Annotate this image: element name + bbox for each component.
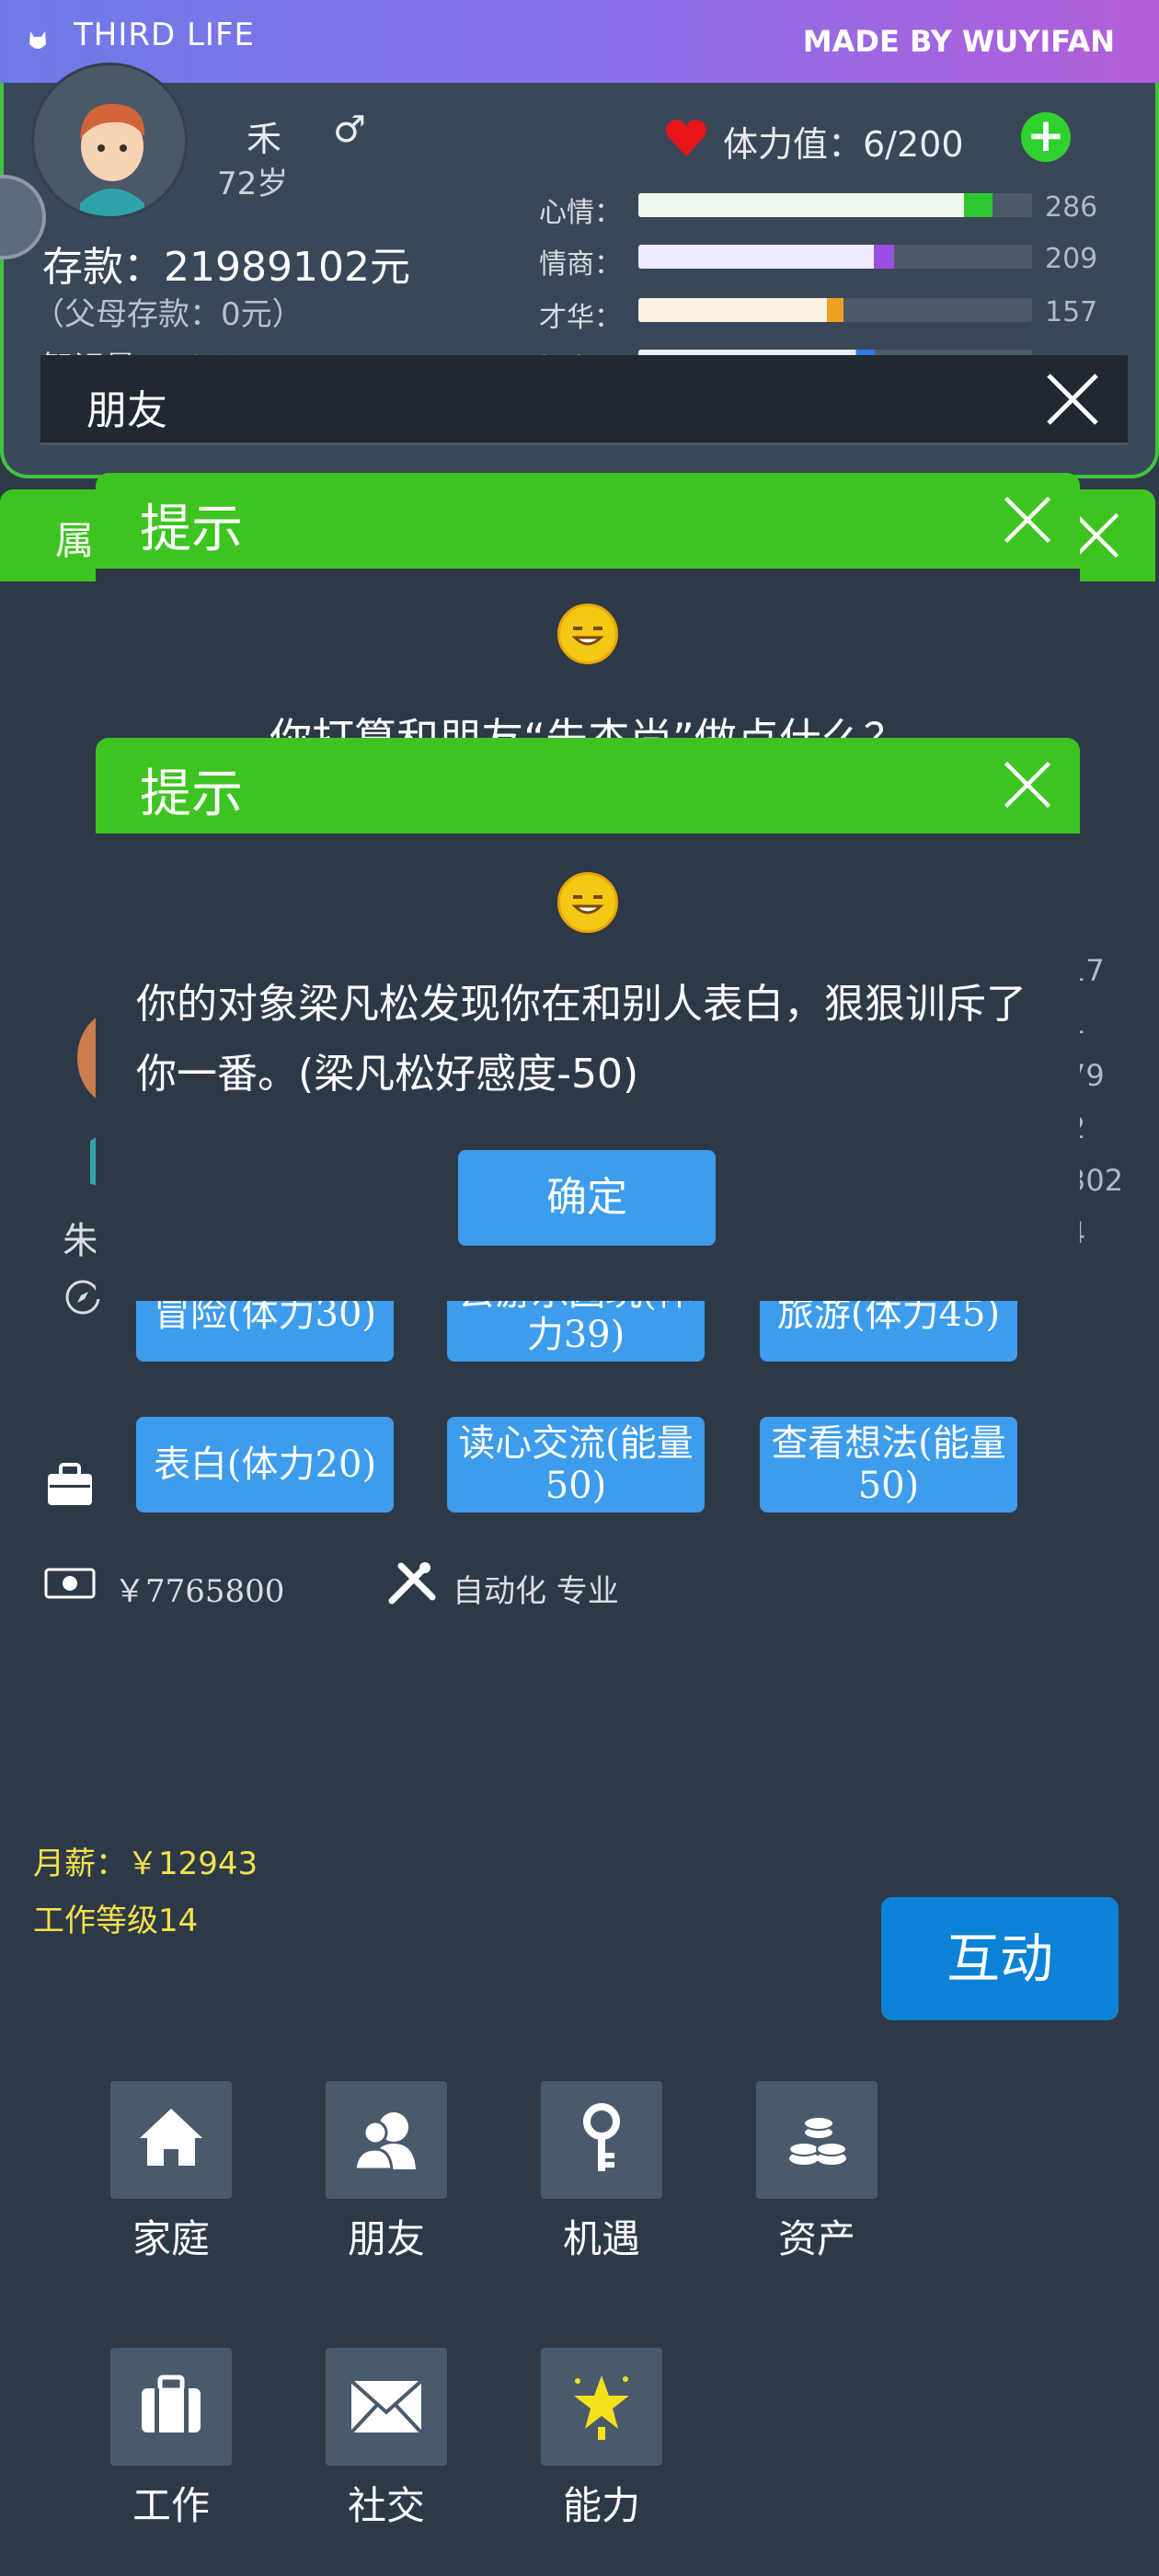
action-button-mind-reading[interactable]: 读心交流(能量50)	[447, 1417, 705, 1512]
dialog1-title: 提示	[140, 500, 243, 559]
stat-label-eq: 情商：	[539, 248, 622, 281]
star-icon	[574, 2375, 629, 2440]
nav-work-label: 工作	[132, 2483, 210, 2528]
stat-label-mood: 心情：	[539, 197, 622, 229]
action-button-adventure[interactable]: 冒险(体力30)	[136, 1301, 394, 1362]
dialog2-header: 提示	[96, 738, 1080, 834]
dialog2-title: 提示	[140, 765, 243, 824]
friend-name-partial: 朱	[63, 1220, 99, 1262]
key-icon	[583, 2103, 620, 2171]
gender-symbol: ♂	[333, 109, 366, 151]
credit-text: MADE BY WUYIFAN	[802, 24, 1115, 59]
stat-bar-mood	[638, 193, 1032, 217]
interact-button[interactable]: 互动	[881, 1897, 1119, 2020]
nav-social-label: 社交	[347, 2483, 425, 2528]
dialog2-body: 你的对象梁凡松发现你在和别人表白，狠狠训斥了你一番。(梁凡松好感度-50) 确定	[96, 834, 1080, 1299]
friend-modal-title: 朋友	[86, 387, 167, 434]
nav-friends-button[interactable]	[326, 2081, 447, 2199]
cat-logo-icon	[29, 31, 46, 49]
dialog2-message: 你的对象梁凡松发现你在和别人表白，狠狠训斥了你一番。(梁凡松好感度-50)	[136, 981, 1027, 1098]
stat-label-talent: 才华：	[539, 302, 622, 334]
dialog1-header: 提示	[96, 473, 1080, 569]
nav-friends-label: 朋友	[347, 2216, 425, 2261]
parent-savings: （父母存款：0元）	[33, 296, 304, 333]
action-button-amusement-park[interactable]: 去游乐园玩(体力39)	[447, 1301, 705, 1362]
nav-assets-button[interactable]	[756, 2081, 878, 2199]
salary-text: 月薪：￥12943	[33, 1846, 258, 1882]
stat-value-eq: 209	[1045, 243, 1098, 275]
briefcase-icon	[142, 2375, 201, 2432]
action-button-adventure-clip: 冒险(体力30)	[136, 1301, 394, 1362]
top-bar: THIRD LIFE MADE BY WUYIFAN	[0, 0, 1159, 83]
action-button-confess[interactable]: 表白(体力20)	[136, 1417, 394, 1512]
energy-value: 体力值：6/200	[723, 124, 964, 165]
friends-icon	[353, 2112, 416, 2171]
dialog1-body: 你打算和朋友“朱杰尚”做点什么？	[96, 569, 1080, 740]
nav-family-label: 家庭	[132, 2216, 210, 2261]
action-button-travel-clip: 旅游(体力45)	[760, 1301, 1017, 1362]
dialog2-close-icon[interactable]	[1001, 758, 1054, 811]
player-avatar-icon	[34, 65, 185, 216]
savings-amount: 存款：21989102元	[42, 244, 410, 291]
heart-icon	[666, 120, 706, 156]
player-avatar[interactable]	[31, 63, 188, 219]
nav-family-button[interactable]	[110, 2081, 232, 2199]
action-button-view-thoughts[interactable]: 查看想法(能量50)	[760, 1417, 1017, 1512]
nav-ability-button[interactable]	[541, 2348, 662, 2466]
dialog2-ok-button[interactable]: 确定	[458, 1150, 716, 1246]
dialog1-question: 你打算和朋友“朱杰尚”做点什么？	[270, 714, 906, 740]
stat-bar-eq	[638, 245, 1032, 269]
home-icon	[140, 2109, 202, 2166]
smile-face-icon	[557, 872, 618, 933]
stat-value-mood: 286	[1045, 191, 1098, 224]
dialog1-close-icon[interactable]	[1001, 493, 1054, 546]
nav-social-button[interactable]	[326, 2348, 447, 2466]
nav-opportunity-label: 机遇	[562, 2216, 640, 2261]
action-button-travel[interactable]: 旅游(体力45)	[760, 1301, 1017, 1362]
cash-icon	[44, 1568, 96, 1599]
player-age: 72岁	[217, 166, 289, 202]
mail-icon	[350, 2379, 423, 2434]
friend-major: 自动化 专业	[453, 1573, 619, 1610]
action-button-amusement-clip: 去游乐园玩(体力39)	[447, 1301, 705, 1362]
friend-modal-close-icon[interactable]	[1043, 370, 1102, 429]
add-energy-button[interactable]: +	[1021, 112, 1071, 162]
app-title: THIRD LIFE	[74, 17, 255, 53]
stat-value-talent: 157	[1045, 296, 1098, 328]
nav-ability-label: 能力	[562, 2483, 640, 2528]
nav-opportunity-button[interactable]	[541, 2081, 662, 2199]
dialog1-question-clip: 你打算和朋友“朱杰尚”做点什么？	[96, 707, 1080, 740]
nav-assets-label: 资产	[777, 2216, 855, 2261]
tools-icon	[388, 1562, 436, 1604]
coins-icon	[788, 2116, 847, 2165]
job-bag-icon	[48, 1463, 92, 1505]
job-level-text: 工作等级14	[33, 1903, 199, 1939]
player-name: 禾	[247, 119, 282, 159]
friend-modal-header: 朋友	[40, 355, 1128, 445]
smile-face-icon	[557, 604, 618, 664]
nav-work-button[interactable]	[110, 2348, 232, 2466]
friend-money: ￥7765800	[114, 1573, 285, 1610]
hidden-panel-title: 属	[55, 518, 95, 563]
stat-bar-talent	[638, 298, 1032, 322]
